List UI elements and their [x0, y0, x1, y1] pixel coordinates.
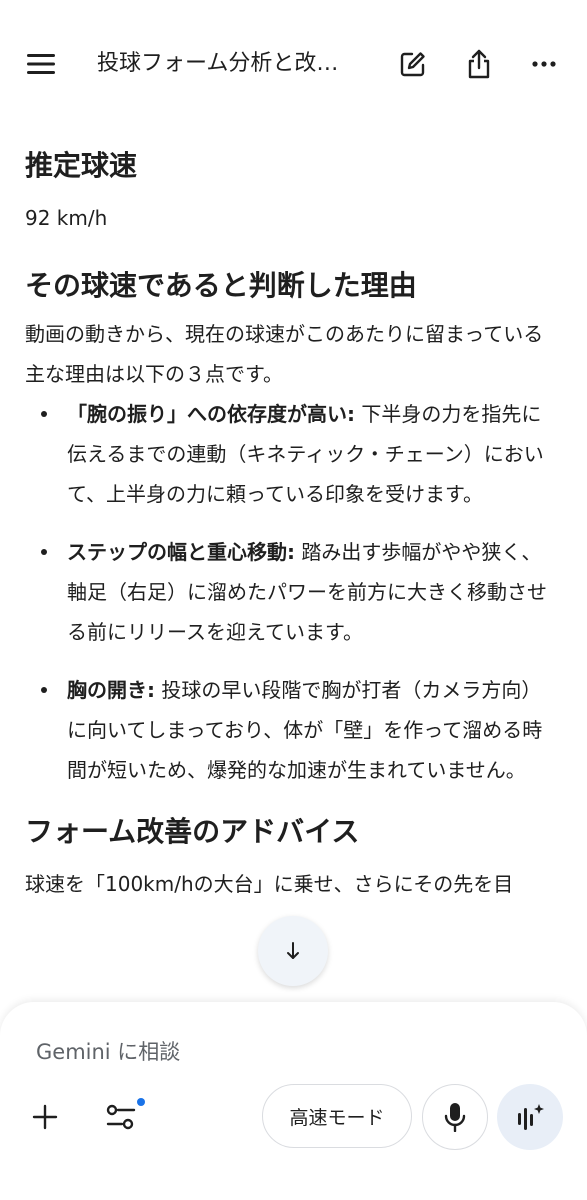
- prompt-composer: 高速モード: [0, 1002, 587, 1200]
- menu-button[interactable]: [17, 40, 65, 88]
- add-attachment-button[interactable]: [20, 1092, 70, 1142]
- speed-value: 92 km/h: [25, 206, 108, 230]
- share-icon: [468, 49, 490, 79]
- notification-dot: [137, 1098, 145, 1106]
- list-item: 胸の開き: 投球の早い段階で胸が打者（カメラ方向）に向いてしまっており、体が「壁…: [25, 670, 561, 790]
- scroll-down-button[interactable]: [258, 916, 328, 986]
- prompt-input[interactable]: [36, 1036, 516, 1068]
- speed-heading: 推定球速: [25, 149, 138, 182]
- bullet: [41, 411, 47, 417]
- top-app-bar: 投球フォーム分析と改…: [0, 0, 587, 128]
- live-mode-button[interactable]: [497, 1084, 563, 1150]
- bullet: [41, 687, 47, 693]
- reason-list: 「腕の振り」への依存度が高い: 下半身の力を指先に伝えるまでの連動（キネティック…: [25, 394, 561, 790]
- list-item: ステップの幅と重心移動: 踏み出す歩幅がやや狭く、軸足（右足）に溜めたパワーを前…: [25, 532, 561, 652]
- more-icon: [532, 61, 556, 67]
- tune-icon: [106, 1104, 136, 1130]
- edit-icon: [400, 52, 425, 77]
- response-content: 推定球速 92 km/h その球速であると判断した理由 動画の動きから、現在の球…: [0, 128, 587, 904]
- reason-lead: ステップの幅と重心移動:: [67, 540, 295, 564]
- menu-icon: [27, 54, 55, 74]
- voice-input-button[interactable]: [422, 1084, 488, 1150]
- arrow-down-icon: [287, 942, 299, 959]
- bullet: [41, 549, 47, 555]
- reason-heading: その球速であると判断した理由: [25, 269, 417, 302]
- mic-icon: [444, 1103, 466, 1132]
- reason-intro: 動画の動きから、現在の球速がこのあたりに留まっている主な理由は以下の３点です。: [25, 322, 544, 386]
- advice-text: 球速を「100km/hの大台」に乗せ、さらにその先を目: [25, 872, 514, 896]
- page-title: 投球フォーム分析と改…: [97, 51, 339, 76]
- live-waveform-icon: [518, 1104, 544, 1130]
- share-button[interactable]: [455, 40, 503, 88]
- reason-lead: 「腕の振り」への依存度が高い:: [67, 402, 355, 426]
- list-item: 「腕の振り」への依存度が高い: 下半身の力を指先に伝えるまでの連動（キネティック…: [25, 394, 561, 514]
- chat-screen: 投球フォーム分析と改… 推定球速 92 km/h その球速であると判断した理由 …: [0, 0, 587, 1200]
- model-mode-button[interactable]: 高速モード: [262, 1084, 412, 1148]
- more-options-button[interactable]: [520, 40, 568, 88]
- reason-lead: 胸の開き:: [67, 678, 155, 702]
- advice-heading: フォーム改善のアドバイス: [25, 815, 360, 848]
- new-chat-button[interactable]: [389, 40, 437, 88]
- plus-icon: [32, 1104, 58, 1130]
